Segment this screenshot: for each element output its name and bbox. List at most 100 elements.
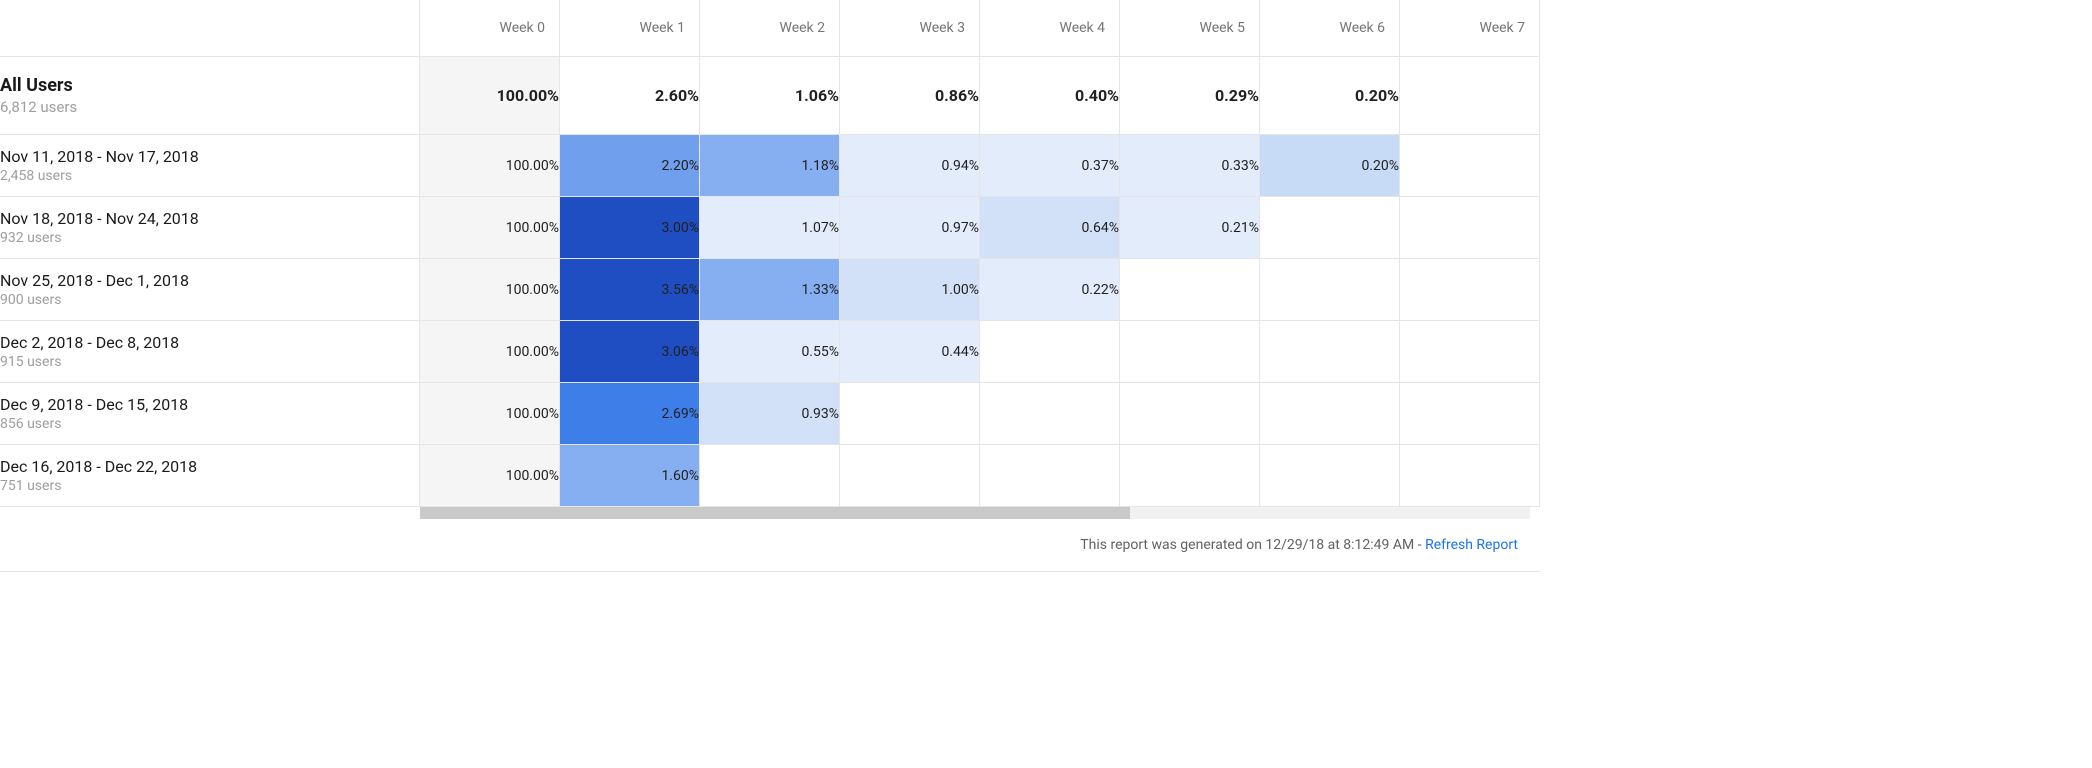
- row-subtitle: 900 users: [0, 292, 419, 308]
- cell-week-5[interactable]: 0.21%: [1120, 197, 1260, 259]
- cohort-table: Week 0Week 1Week 2Week 3Week 4Week 5Week…: [0, 0, 1540, 507]
- cell-week-7[interactable]: [1400, 321, 1540, 383]
- row-title: Nov 11, 2018 - Nov 17, 2018: [0, 147, 419, 166]
- cell-week-2[interactable]: 1.06%: [700, 57, 840, 135]
- cell-week-6[interactable]: [1260, 197, 1400, 259]
- cell-week-2[interactable]: 1.18%: [700, 135, 840, 197]
- report-footer: This report was generated on 12/29/18 at…: [0, 519, 1540, 572]
- cell-week-6[interactable]: [1260, 321, 1400, 383]
- column-header-week-7[interactable]: Week 7: [1400, 0, 1540, 57]
- table-row: Dec 16, 2018 - Dec 22, 2018 751 users100.…: [0, 445, 1540, 507]
- table-row: Dec 9, 2018 - Dec 15, 2018 856 users100.0…: [0, 383, 1540, 445]
- table-header: Week 0Week 1Week 2Week 3Week 4Week 5Week…: [0, 0, 1540, 57]
- cell-week-0[interactable]: 100.00%: [420, 259, 560, 321]
- cell-week-7[interactable]: [1400, 383, 1540, 445]
- cell-week-3[interactable]: 0.94%: [840, 135, 980, 197]
- cell-week-4[interactable]: 0.37%: [980, 135, 1120, 197]
- row-subtitle: 2,458 users: [0, 168, 419, 184]
- cell-week-0[interactable]: 100.00%: [420, 197, 560, 259]
- table-row: Nov 25, 2018 - Dec 1, 2018 900 users100.0…: [0, 259, 1540, 321]
- cell-week-5[interactable]: [1120, 321, 1260, 383]
- cell-week-5[interactable]: 0.29%: [1120, 57, 1260, 135]
- cell-week-4[interactable]: 0.40%: [980, 57, 1120, 135]
- cell-week-0[interactable]: 100.00%: [420, 383, 560, 445]
- cell-week-4[interactable]: 0.64%: [980, 197, 1120, 259]
- cell-week-7[interactable]: [1400, 135, 1540, 197]
- cell-week-4[interactable]: [980, 445, 1120, 507]
- cell-week-1[interactable]: 2.20%: [560, 135, 700, 197]
- row-subtitle: 915 users: [0, 354, 419, 370]
- row-label-cell[interactable]: Nov 25, 2018 - Dec 1, 2018 900 users: [0, 259, 420, 321]
- cell-week-0[interactable]: 100.00%: [420, 57, 560, 135]
- table-row: Dec 2, 2018 - Dec 8, 2018 915 users100.00…: [0, 321, 1540, 383]
- row-title: Dec 2, 2018 - Dec 8, 2018: [0, 333, 419, 352]
- cell-week-4[interactable]: [980, 321, 1120, 383]
- cell-week-5[interactable]: [1120, 259, 1260, 321]
- cell-week-2[interactable]: [700, 445, 840, 507]
- cell-week-6[interactable]: 0.20%: [1260, 135, 1400, 197]
- column-header-week-3[interactable]: Week 3: [840, 0, 980, 57]
- row-label-cell[interactable]: Nov 11, 2018 - Nov 17, 2018 2,458 users: [0, 135, 420, 197]
- row-label-cell[interactable]: Dec 2, 2018 - Dec 8, 2018 915 users: [0, 321, 420, 383]
- cell-week-5[interactable]: [1120, 445, 1260, 507]
- cell-week-4[interactable]: [980, 383, 1120, 445]
- cell-week-3[interactable]: 0.86%: [840, 57, 980, 135]
- cell-week-2[interactable]: 1.07%: [700, 197, 840, 259]
- cell-week-1[interactable]: 2.69%: [560, 383, 700, 445]
- cell-week-3[interactable]: 1.00%: [840, 259, 980, 321]
- cell-week-3[interactable]: [840, 445, 980, 507]
- cell-week-1[interactable]: 3.00%: [560, 197, 700, 259]
- column-header-week-6[interactable]: Week 6: [1260, 0, 1400, 57]
- scrollbar-thumb[interactable]: [420, 507, 1130, 519]
- row-title: Dec 9, 2018 - Dec 15, 2018: [0, 395, 419, 414]
- horizontal-scrollbar[interactable]: [420, 507, 1530, 519]
- cell-week-7[interactable]: [1400, 445, 1540, 507]
- cohort-table-container: Week 0Week 1Week 2Week 3Week 4Week 5Week…: [0, 0, 1540, 572]
- header-blank: [0, 0, 420, 57]
- row-subtitle: 856 users: [0, 416, 419, 432]
- row-label-cell[interactable]: All Users6,812 users: [0, 57, 420, 135]
- refresh-report-link[interactable]: Refresh Report: [1425, 537, 1518, 553]
- cell-week-5[interactable]: 0.33%: [1120, 135, 1260, 197]
- column-header-week-4[interactable]: Week 4: [980, 0, 1120, 57]
- row-title: All Users: [0, 75, 419, 96]
- cell-week-0[interactable]: 100.00%: [420, 321, 560, 383]
- cell-week-5[interactable]: [1120, 383, 1260, 445]
- row-label-cell[interactable]: Nov 18, 2018 - Nov 24, 2018 932 users: [0, 197, 420, 259]
- summary-row: All Users6,812 users100.00%2.60%1.06%0.8…: [0, 57, 1540, 135]
- row-subtitle: 932 users: [0, 230, 419, 246]
- cell-week-2[interactable]: 0.55%: [700, 321, 840, 383]
- footer-text: This report was generated on 12/29/18 at…: [1080, 537, 1425, 553]
- cell-week-6[interactable]: [1260, 259, 1400, 321]
- cell-week-7[interactable]: [1400, 57, 1540, 135]
- cell-week-7[interactable]: [1400, 197, 1540, 259]
- cell-week-6[interactable]: [1260, 445, 1400, 507]
- cell-week-3[interactable]: [840, 383, 980, 445]
- cell-week-1[interactable]: 3.56%: [560, 259, 700, 321]
- table-row: Nov 18, 2018 - Nov 24, 2018 932 users100.…: [0, 197, 1540, 259]
- cell-week-2[interactable]: 1.33%: [700, 259, 840, 321]
- row-label-cell[interactable]: Dec 9, 2018 - Dec 15, 2018 856 users: [0, 383, 420, 445]
- table-row: Nov 11, 2018 - Nov 17, 2018 2,458 users10…: [0, 135, 1540, 197]
- cell-week-0[interactable]: 100.00%: [420, 445, 560, 507]
- cell-week-7[interactable]: [1400, 259, 1540, 321]
- row-subtitle: 751 users: [0, 478, 419, 494]
- row-title: Nov 18, 2018 - Nov 24, 2018: [0, 209, 419, 228]
- column-header-week-1[interactable]: Week 1: [560, 0, 700, 57]
- cell-week-1[interactable]: 3.06%: [560, 321, 700, 383]
- cell-week-1[interactable]: 1.60%: [560, 445, 700, 507]
- cell-week-4[interactable]: 0.22%: [980, 259, 1120, 321]
- cell-week-3[interactable]: 0.97%: [840, 197, 980, 259]
- cell-week-6[interactable]: [1260, 383, 1400, 445]
- row-title: Dec 16, 2018 - Dec 22, 2018: [0, 457, 419, 476]
- cell-week-2[interactable]: 0.93%: [700, 383, 840, 445]
- column-header-week-5[interactable]: Week 5: [1120, 0, 1260, 57]
- cell-week-1[interactable]: 2.60%: [560, 57, 700, 135]
- cell-week-6[interactable]: 0.20%: [1260, 57, 1400, 135]
- cell-week-0[interactable]: 100.00%: [420, 135, 560, 197]
- column-header-week-2[interactable]: Week 2: [700, 0, 840, 57]
- cell-week-3[interactable]: 0.44%: [840, 321, 980, 383]
- row-title: Nov 25, 2018 - Dec 1, 2018: [0, 271, 419, 290]
- row-label-cell[interactable]: Dec 16, 2018 - Dec 22, 2018 751 users: [0, 445, 420, 507]
- column-header-week-0[interactable]: Week 0: [420, 0, 560, 57]
